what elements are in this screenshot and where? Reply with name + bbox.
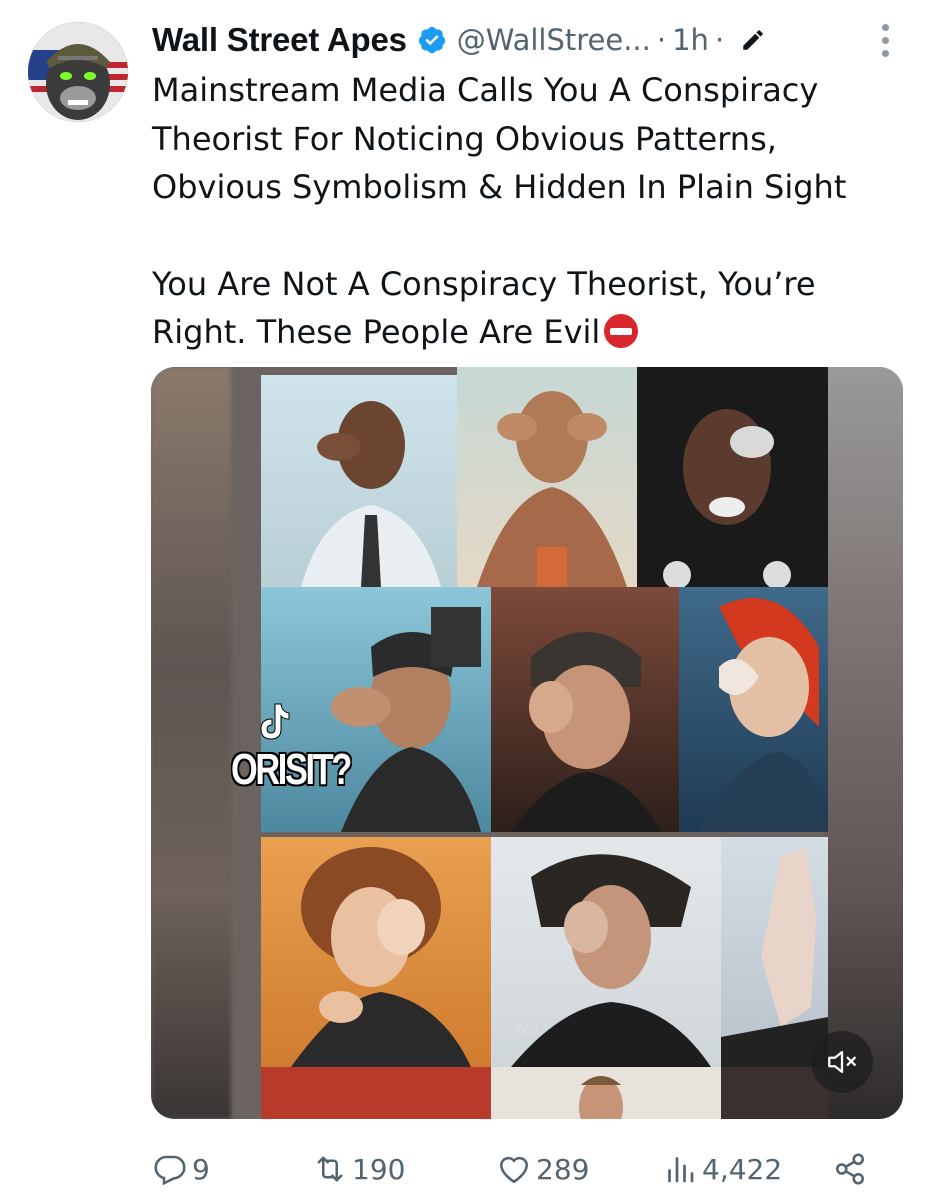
author-handle[interactable]: @WallStree...: [457, 23, 651, 57]
tweet-paragraph-1: Mainstream Media Calls You A Conspiracy …: [152, 71, 847, 206]
video-caption: ORISIT?: [231, 745, 352, 794]
share-button[interactable]: [832, 1144, 868, 1194]
reply-button[interactable]: 9: [152, 1144, 210, 1194]
video-frame-tile: [637, 367, 828, 587]
video-frame-tile: [261, 375, 457, 587]
views-count: 4,422: [702, 1152, 783, 1186]
like-button[interactable]: 289: [496, 1144, 589, 1194]
video-frame-tile: [679, 587, 828, 832]
video-frame-tile: NJ: [491, 837, 721, 1067]
views-button[interactable]: 4,422: [662, 1144, 782, 1194]
speaker-muted-icon: [828, 1050, 856, 1074]
video-blur-left: [151, 367, 231, 1119]
tweet-paragraph-2: You Are Not A Conspiracy Theorist, You’r…: [152, 260, 892, 357]
reply-count: 9: [192, 1152, 210, 1186]
tweet-paragraph-2-text: You Are Not A Conspiracy Theorist, You’r…: [152, 264, 816, 352]
video-frame-tile: [261, 1067, 491, 1119]
post-time[interactable]: 1h: [672, 23, 709, 57]
repost-icon: [317, 1156, 343, 1182]
gorilla-avatar-image: [28, 22, 128, 122]
tweet-body: Mainstream Media Calls You A Conspiracy …: [152, 66, 892, 357]
repost-count: 190: [352, 1152, 406, 1186]
video-frame-tile: [721, 1067, 828, 1119]
tweet-header: Wall Street Apes @WallStree... · 1h ·: [152, 18, 892, 62]
verified-badge-icon: [418, 26, 445, 54]
repost-button[interactable]: 190: [312, 1144, 405, 1194]
more-options-icon[interactable]: [880, 24, 890, 60]
author-name[interactable]: Wall Street Apes: [152, 21, 407, 59]
views-bar-chart-icon: [668, 1157, 694, 1183]
video-frame-tile: [261, 587, 491, 832]
video-frame-tile: [721, 837, 828, 1067]
no-entry-icon: [604, 314, 639, 348]
tiktok-icon: [260, 703, 290, 740]
reply-icon: [154, 1155, 186, 1186]
video-frame-tile: [261, 837, 491, 1067]
video-frame-tile: [491, 587, 679, 832]
mute-button[interactable]: [811, 1031, 873, 1093]
video-player[interactable]: NJ ORISIT?: [151, 367, 903, 1119]
edited-pencil-icon[interactable]: [740, 27, 766, 53]
separator-dot: ·: [714, 23, 725, 57]
video-watermark: NJ: [516, 1019, 540, 1039]
like-count: 289: [536, 1152, 590, 1186]
heart-icon: [499, 1156, 529, 1184]
video-frame-tile: [457, 367, 637, 587]
video-frame: NJ: [226, 367, 828, 1119]
author-avatar[interactable]: [28, 22, 128, 122]
video-frame-tile: [491, 1067, 721, 1119]
video-blur-right: [823, 367, 903, 1119]
tweet-actions-bar: 9 190 289 4,422: [152, 1144, 872, 1194]
separator-dot: ·: [656, 23, 667, 57]
share-icon: [835, 1153, 865, 1185]
